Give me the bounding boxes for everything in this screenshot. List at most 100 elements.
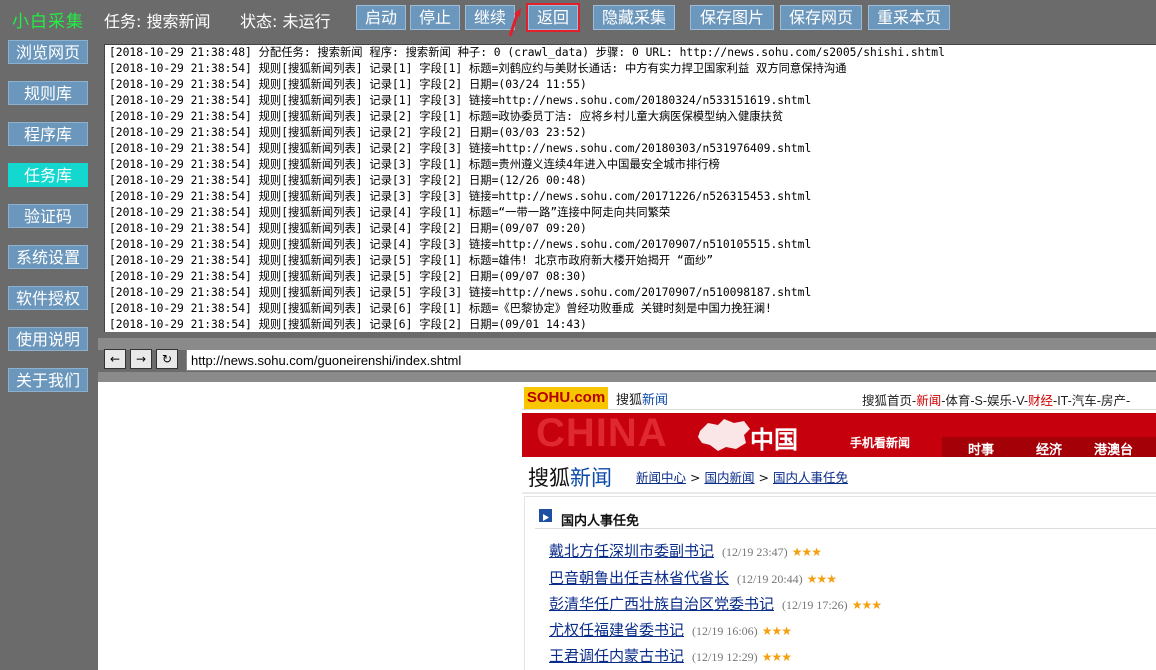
- news-item: 尤权任福建省委书记 (12/19 16:06) ★★★: [549, 619, 792, 640]
- breadcrumb-sep: >: [690, 470, 701, 485]
- banner-tab[interactable]: 时事: [968, 439, 994, 457]
- top-link[interactable]: -体育-S-娱乐-V-: [941, 394, 1028, 408]
- stop-button[interactable]: 停止: [410, 5, 460, 30]
- top-toolbar: 小白采集 任务: 搜索新闻 状态: 未运行 启动 停止 继续 返回 隐藏采集 保…: [0, 0, 1156, 37]
- news-time: (12/19 12:29): [692, 650, 758, 664]
- sidebar-item-license[interactable]: 软件授权: [8, 286, 88, 310]
- top-links: 搜狐首页-新闻-体育-S-娱乐-V-财经-IT-汽车-房产-: [862, 390, 1130, 409]
- log-line: [2018-10-29 21:38:54] 规则[搜狐新闻列表] 记录[1] 字…: [109, 62, 847, 75]
- nav-forward-button[interactable]: →: [130, 349, 152, 369]
- url-input[interactable]: [186, 349, 1156, 371]
- banner-mobile-text[interactable]: 手机看新闻: [850, 434, 910, 451]
- banner-cn-text: 中国: [750, 426, 798, 454]
- news-link[interactable]: 彭清华任广西壮族自治区党委书记: [549, 595, 774, 613]
- browser-separator: [98, 372, 1156, 382]
- breadcrumb-news-center[interactable]: 新闻中心: [636, 470, 686, 485]
- star-rating-icon: ★★★: [761, 650, 792, 664]
- news-item: 巴音朝鲁出任吉林省代省长 (12/19 20:44) ★★★: [549, 567, 837, 588]
- sidebar-item-settings[interactable]: 系统设置: [8, 245, 88, 269]
- china-banner: CHINA 中国 手机看新闻 时事 经济 港澳台: [522, 413, 1156, 457]
- news-link[interactable]: 戴北方任深圳市委副书记: [549, 542, 714, 560]
- news-time: (12/19 23:47): [722, 545, 788, 559]
- banner-tab[interactable]: 港澳台: [1094, 439, 1133, 457]
- top-link[interactable]: 搜狐首页: [862, 394, 912, 408]
- save-image-button[interactable]: 保存图片: [690, 5, 774, 30]
- save-page-button[interactable]: 保存网页: [780, 5, 862, 30]
- sidebar-item-captcha[interactable]: 验证码: [8, 204, 88, 228]
- start-button[interactable]: 启动: [356, 5, 406, 30]
- appointments-section: 国内人事任免 戴北方任深圳市委副书记 (12/19 23:47) ★★★ 巴音朝鲁出…: [524, 496, 1156, 670]
- news-item: 彭清华任广西壮族自治区党委书记 (12/19 17:26) ★★★: [549, 593, 882, 614]
- sohu-news-label: 搜狐新闻: [616, 389, 668, 408]
- top-link[interactable]: -IT-汽车-房产-: [1053, 394, 1130, 408]
- task-label: 任务: 搜索新闻: [104, 12, 211, 31]
- star-rating-icon: ★★★: [791, 545, 822, 559]
- sohu-top-bar: SOHU.com 搜狐新闻 搜狐首页-新闻-体育-S-娱乐-V-财经-IT-汽车…: [522, 385, 1156, 410]
- breadcrumb-domestic[interactable]: 国内新闻: [704, 470, 754, 485]
- header-divider: [522, 492, 1156, 494]
- log-line: [2018-10-29 21:38:54] 规则[搜狐新闻列表] 记录[4] 字…: [109, 238, 812, 251]
- nav-back-button[interactable]: ←: [104, 349, 126, 369]
- news-link[interactable]: 尤权任福建省委书记: [549, 621, 684, 639]
- sohu-news-prefix: 搜狐: [616, 392, 643, 407]
- banner-tab[interactable]: 经济: [1036, 439, 1062, 457]
- star-rating-icon: ★★★: [761, 624, 792, 638]
- app-title: 小白采集: [12, 12, 84, 32]
- log-line: [2018-10-29 21:38:54] 规则[搜狐新闻列表] 记录[4] 字…: [109, 206, 671, 219]
- recollect-page-button[interactable]: 重采本页: [868, 5, 950, 30]
- log-line: [2018-10-29 21:38:54] 规则[搜狐新闻列表] 记录[5] 字…: [109, 270, 587, 283]
- browser-view[interactable]: SOHU.com 搜狐新闻 搜狐首页-新闻-体育-S-娱乐-V-财经-IT-汽车…: [98, 382, 1156, 670]
- log-line: [2018-10-29 21:38:54] 规则[搜狐新闻列表] 记录[3] 字…: [109, 190, 812, 203]
- top-link[interactable]: 新闻: [916, 394, 941, 408]
- star-rating-icon: ★★★: [806, 572, 837, 586]
- news-header-prefix: 搜狐: [528, 466, 570, 490]
- annotation-arrow-icon: [508, 8, 521, 37]
- news-item: 王君调任内蒙古书记 (12/19 12:29) ★★★: [549, 645, 792, 666]
- log-line: [2018-10-29 21:38:54] 规则[搜狐新闻列表] 记录[4] 字…: [109, 222, 587, 235]
- news-time: (12/19 20:44): [737, 572, 803, 586]
- state-label: 状态: 未运行: [240, 12, 331, 31]
- section-title: 国内人事任免: [561, 514, 640, 529]
- banner-china-text: CHINA: [536, 413, 668, 455]
- log-line: [2018-10-29 21:38:54] 规则[搜狐新闻列表] 记录[2] 字…: [109, 110, 784, 123]
- sidebar-item-about[interactable]: 关于我们: [8, 368, 88, 392]
- news-link[interactable]: 王君调任内蒙古书记: [549, 647, 684, 665]
- log-line: [2018-10-29 21:38:54] 规则[搜狐新闻列表] 记录[6] 字…: [109, 302, 772, 315]
- log-line: [2018-10-29 21:38:54] 规则[搜狐新闻列表] 记录[5] 字…: [109, 286, 812, 299]
- log-line: [2018-10-29 21:38:54] 规则[搜狐新闻列表] 记录[5] 字…: [109, 254, 714, 267]
- log-line: [2018-10-29 21:38:54] 规则[搜狐新闻列表] 记录[3] 字…: [109, 174, 587, 187]
- breadcrumb-appointments[interactable]: 国内人事任免: [773, 470, 848, 485]
- sidebar-item-manual[interactable]: 使用说明: [8, 327, 88, 351]
- log-line: [2018-10-29 21:38:54] 规则[搜狐新闻列表] 记录[3] 字…: [109, 158, 720, 171]
- banner-tabs: 时事 经济 港澳台: [942, 437, 1156, 457]
- log-line: [2018-10-29 21:38:54] 规则[搜狐新闻列表] 记录[2] 字…: [109, 126, 587, 139]
- sohu-news-suffix: 新闻: [642, 392, 669, 407]
- breadcrumb-sep: >: [758, 470, 769, 485]
- news-time: (12/19 17:26): [782, 598, 848, 612]
- log-line: [2018-10-29 21:38:54] 规则[搜狐新闻列表] 记录[2] 字…: [109, 142, 812, 155]
- sohu-logo[interactable]: SOHU.com: [524, 387, 608, 409]
- news-header: 搜狐新闻: [528, 462, 612, 492]
- top-link[interactable]: 财经: [1028, 394, 1053, 408]
- breadcrumb: 新闻中心 > 国内新闻 > 国内人事任免: [636, 467, 848, 486]
- log-line: [2018-10-29 21:38:54] 规则[搜狐新闻列表] 记录[1] 字…: [109, 78, 587, 91]
- log-panel[interactable]: [2018-10-29 21:38:48] 分配任务: 搜索新闻 程序: 搜索新…: [104, 44, 1156, 332]
- news-time: (12/19 16:06): [692, 624, 758, 638]
- log-line: [2018-10-29 21:38:54] 规则[搜狐新闻列表] 记录[6] 字…: [109, 318, 587, 331]
- sidebar-item-rules[interactable]: 规则库: [8, 81, 88, 105]
- log-line: [2018-10-29 21:38:48] 分配任务: 搜索新闻 程序: 搜索新…: [109, 46, 945, 59]
- news-header-suffix: 新闻: [570, 466, 612, 490]
- back-button[interactable]: 返回: [526, 3, 580, 32]
- log-line: [2018-10-29 21:38:54] 规则[搜狐新闻列表] 记录[1] 字…: [109, 94, 812, 107]
- nav-refresh-button[interactable]: ↻: [156, 349, 178, 369]
- news-item: 戴北方任深圳市委副书记 (12/19 23:47) ★★★: [549, 540, 822, 561]
- china-map-icon: [698, 419, 750, 451]
- sidebar-item-tasks[interactable]: 任务库: [8, 163, 88, 187]
- sidebar-item-browse[interactable]: 浏览网页: [8, 40, 88, 64]
- hide-collect-button[interactable]: 隐藏采集: [593, 5, 675, 30]
- news-link[interactable]: 巴音朝鲁出任吉林省代省长: [549, 569, 729, 587]
- section-arrow-icon: [539, 509, 552, 522]
- section-divider: [535, 528, 1156, 529]
- sidebar-item-programs[interactable]: 程序库: [8, 122, 88, 146]
- star-rating-icon: ★★★: [851, 598, 882, 612]
